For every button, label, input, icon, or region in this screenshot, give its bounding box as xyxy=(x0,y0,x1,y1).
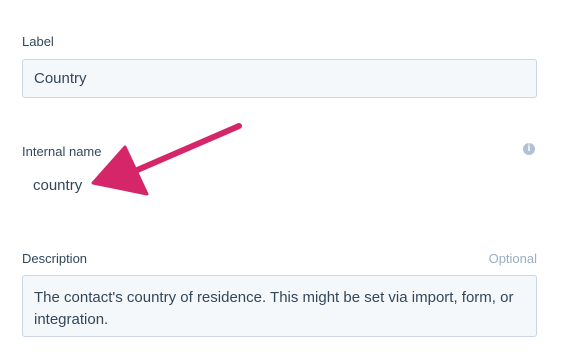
description-field-label: Description xyxy=(22,251,88,266)
internal-name-value: country xyxy=(33,177,83,194)
label-field-label: Label xyxy=(22,34,54,49)
info-icon[interactable]: i xyxy=(523,143,535,155)
description-textarea[interactable]: The contact's country of residence. This… xyxy=(22,275,537,337)
optional-indicator: Optional xyxy=(488,251,537,266)
arrow-shaft xyxy=(132,123,242,174)
label-input[interactable]: Country xyxy=(22,59,537,98)
internal-name-label: Internal name xyxy=(22,144,102,159)
